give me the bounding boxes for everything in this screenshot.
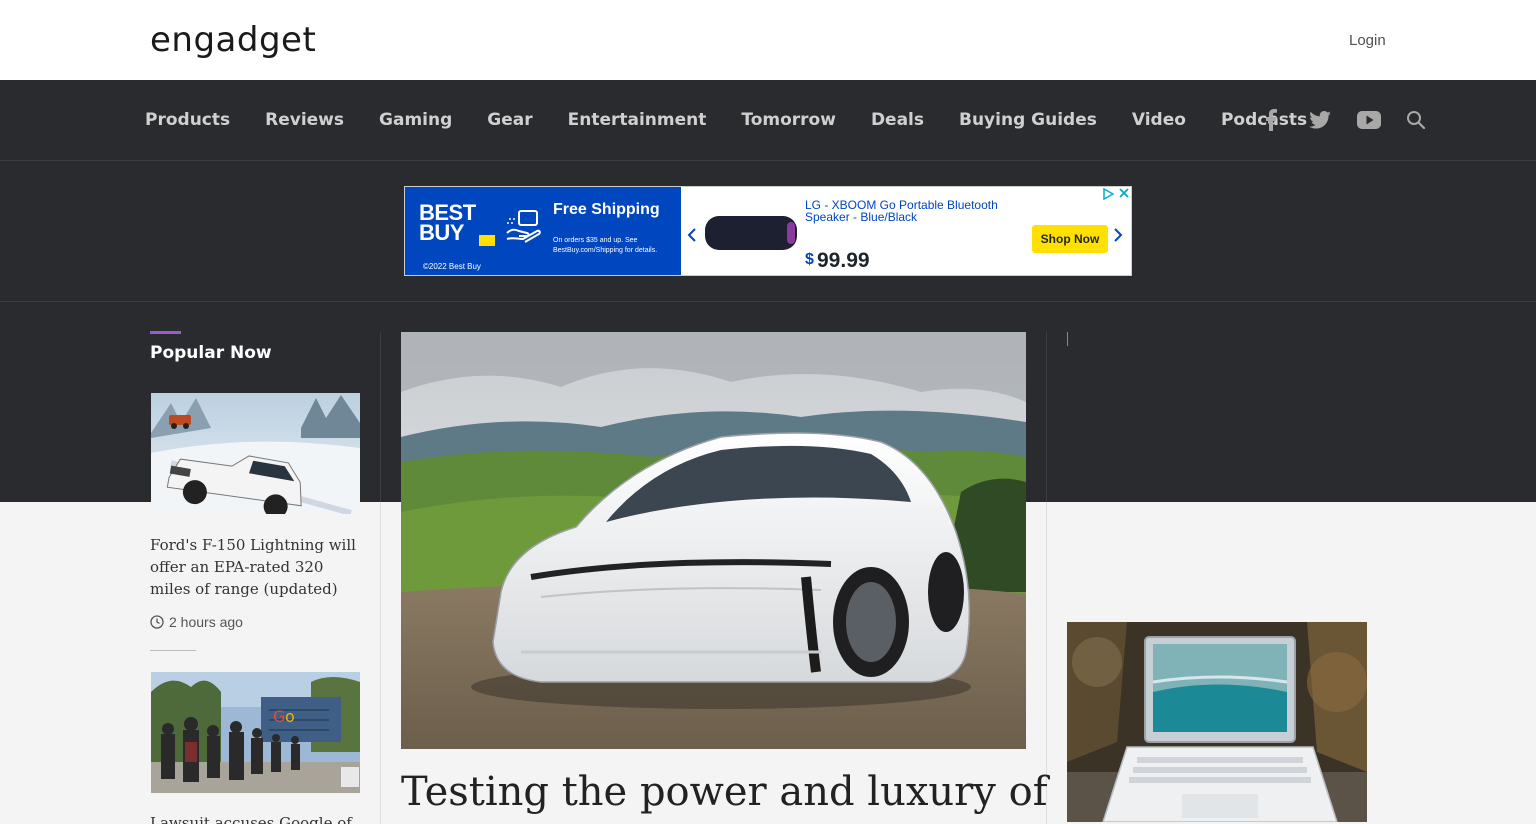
story-time-text: 2 hours ago — [169, 614, 243, 630]
adchoices-icon[interactable] — [1102, 187, 1115, 203]
nav-item-gaming[interactable]: Gaming — [379, 110, 452, 130]
ad-subtext: On orders $35 and up. See BestBuy.com/Sh… — [553, 237, 658, 254]
speaker-image[interactable] — [705, 216, 797, 250]
clock-icon — [150, 615, 164, 629]
shop-now-button[interactable]: Shop Now — [1032, 225, 1108, 253]
facebook-icon[interactable] — [1257, 106, 1285, 134]
laptop-story-image[interactable] — [1067, 622, 1367, 822]
nav-item-entertainment[interactable]: Entertainment — [568, 110, 707, 130]
svg-text:o: o — [285, 707, 295, 726]
advertisement[interactable]: BEST BUY ©2022 Best Buy Free Shipping On … — [404, 186, 1132, 276]
login-link[interactable]: Login — [1349, 32, 1386, 49]
story-thumbnail-truck[interactable] — [151, 393, 360, 514]
twitter-icon[interactable] — [1306, 106, 1334, 134]
search-icon[interactable] — [1402, 106, 1430, 134]
story-title[interactable]: Ford's F-150 Lightning will offer an EPA… — [150, 534, 362, 600]
nav-item-reviews[interactable]: Reviews — [265, 110, 344, 130]
popular-now-heading: Popular Now — [150, 343, 272, 363]
ad-bestbuy-panel[interactable]: BEST BUY ©2022 Best Buy Free Shipping On … — [405, 187, 681, 275]
story-thumbnail-google[interactable]: G o — [151, 672, 360, 793]
ad-product-name[interactable]: LG - XBOOM Go Portable Bluetooth Speaker… — [805, 199, 1005, 223]
ad-next-icon[interactable] — [1113, 227, 1123, 248]
section-accent-bar — [150, 331, 181, 334]
engadget-logo[interactable]: engadget — [150, 20, 316, 60]
nav-item-deals[interactable]: Deals — [871, 110, 924, 130]
svg-text:G: G — [273, 707, 285, 726]
ad-price: 99.99 — [817, 249, 870, 272]
bestbuy-tag-icon — [479, 235, 495, 246]
shipping-hand-icon — [505, 207, 545, 243]
hero-headline[interactable]: Testing the power and luxury of — [401, 766, 1048, 818]
ad-close-icon[interactable] — [1118, 187, 1130, 202]
top-bar: engadget Login — [0, 0, 1536, 80]
hero-image[interactable] — [401, 332, 1026, 749]
nav-item-video[interactable]: Video — [1132, 110, 1186, 130]
bestbuy-logo: BEST BUY — [419, 200, 476, 245]
ad-copyright: ©2022 Best Buy — [423, 262, 481, 271]
ad-headline: Free Shipping — [553, 201, 660, 218]
nav-item-products[interactable]: Products — [145, 110, 230, 130]
youtube-icon[interactable] — [1355, 106, 1383, 134]
story-title[interactable]: Lawsuit accuses Google of — [150, 812, 362, 824]
ad-price-symbol: $ — [805, 251, 814, 268]
ad-prev-icon[interactable] — [687, 227, 697, 248]
nav-item-gear[interactable]: Gear — [487, 110, 532, 130]
nav-item-buying-guides[interactable]: Buying Guides — [959, 110, 1097, 130]
divider — [0, 301, 1536, 302]
story-divider — [150, 650, 196, 651]
divider — [1067, 332, 1068, 346]
column-divider — [380, 502, 381, 824]
nav-menu: Products Reviews Gaming Gear Entertainme… — [145, 80, 1342, 160]
nav-item-tomorrow[interactable]: Tomorrow — [741, 110, 836, 130]
story-timestamp: 2 hours ago — [150, 614, 243, 630]
column-divider — [1046, 332, 1047, 502]
